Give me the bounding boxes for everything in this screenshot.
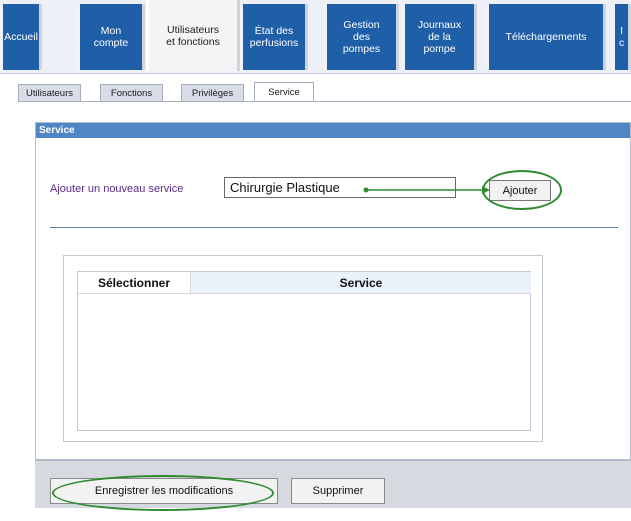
tab-accueil[interactable]: Accueil <box>0 4 42 70</box>
section-divider <box>50 227 618 228</box>
service-name-input[interactable]: Chirurgie Plastique <box>224 177 456 198</box>
tab-label: Mon compte <box>93 25 129 49</box>
tab-telechargements[interactable]: Téléchargements <box>486 4 606 70</box>
service-table: Sélectionner Service <box>77 271 531 431</box>
tab-mon-compte[interactable]: Mon compte <box>77 4 145 70</box>
panel-title: Service <box>36 123 630 138</box>
tab-etat-perfusions[interactable]: État des perfusions <box>240 4 308 70</box>
tab-label: Gestion des pompes <box>342 19 381 55</box>
tab-label: Téléchargements <box>505 31 587 43</box>
subtab-privileges[interactable]: Privilèges <box>181 84 244 102</box>
column-header-service[interactable]: Service <box>191 272 531 294</box>
subtab-label: Fonctions <box>110 88 153 99</box>
subtab-service[interactable]: Service <box>254 82 314 102</box>
tab-journaux-pompe[interactable]: Journaux de la pompe <box>402 4 477 70</box>
tab-label: État des perfusions <box>249 25 299 49</box>
tab-label: I c <box>619 25 625 49</box>
subtab-label: Utilisateurs <box>26 88 73 99</box>
tab-label: Utilisateurs et fonctions <box>166 23 220 48</box>
delete-button[interactable]: Supprimer <box>291 478 385 504</box>
tab-more[interactable]: I c <box>612 4 631 70</box>
tab-utilisateurs-fonctions[interactable]: Utilisateurs et fonctions <box>146 0 240 71</box>
highlight-oval-save <box>52 475 274 511</box>
subtab-label: Privilèges <box>191 88 234 99</box>
add-service-label: Ajouter un nouveau service <box>50 183 184 195</box>
highlight-oval-add <box>482 170 562 210</box>
tab-gestion-pompes[interactable]: Gestion des pompes <box>324 4 399 70</box>
subtab-fonctions[interactable]: Fonctions <box>100 84 163 102</box>
subtab-label: Service <box>268 87 300 98</box>
tab-label: Accueil <box>4 31 38 43</box>
column-header-select[interactable]: Sélectionner <box>78 272 191 294</box>
tab-label: Journaux de la pompe <box>417 19 462 55</box>
subtab-baseline <box>18 101 631 102</box>
main-nav-bar: Accueil Mon compte Utilisateurs et fonct… <box>0 0 631 74</box>
subtab-utilisateurs[interactable]: Utilisateurs <box>18 84 81 102</box>
